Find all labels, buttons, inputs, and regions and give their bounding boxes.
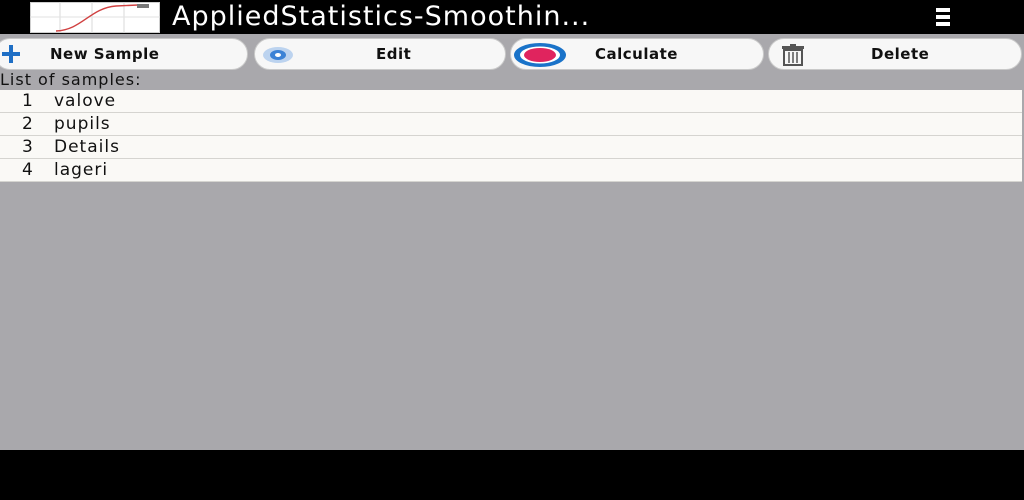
title-bar: AppliedStatistics-Smoothin...: [0, 0, 1024, 34]
delete-label: Delete: [871, 45, 930, 63]
list-item[interactable]: 3 Details: [0, 136, 1022, 159]
list-item[interactable]: 1 valove: [0, 90, 1022, 113]
item-number: 4: [22, 160, 34, 180]
item-number: 2: [22, 114, 34, 134]
toolbar: New Sample Edit Calculate Delete: [0, 38, 1024, 72]
overflow-menu-icon[interactable]: [933, 6, 953, 28]
calculate-button[interactable]: Calculate: [510, 38, 764, 70]
item-number: 3: [22, 137, 34, 157]
edit-label: Edit: [376, 45, 412, 63]
target-icon: [514, 43, 566, 67]
list-item[interactable]: 4 lageri: [0, 159, 1022, 182]
item-number: 1: [22, 91, 34, 111]
new-sample-button[interactable]: New Sample: [0, 38, 248, 70]
samples-list: 1 valove 2 pupils 3 Details 4 lageri: [0, 90, 1022, 182]
trash-icon: [782, 44, 804, 66]
new-sample-label: New Sample: [50, 45, 160, 63]
item-name: pupils: [54, 114, 111, 134]
list-item[interactable]: 2 pupils: [0, 113, 1022, 136]
plus-icon: [2, 45, 20, 63]
app-title: AppliedStatistics-Smoothin...: [172, 1, 591, 32]
edit-icon: [263, 47, 293, 63]
item-name: Details: [54, 137, 120, 157]
calculate-label: Calculate: [595, 45, 678, 63]
sigmoid-curve-icon: [30, 2, 160, 33]
delete-button[interactable]: Delete: [768, 38, 1022, 70]
navigation-bar: [0, 450, 1024, 500]
item-name: lageri: [54, 160, 109, 180]
item-name: valove: [54, 91, 117, 111]
list-caption: List of samples:: [0, 70, 142, 89]
edit-button[interactable]: Edit: [254, 38, 506, 70]
